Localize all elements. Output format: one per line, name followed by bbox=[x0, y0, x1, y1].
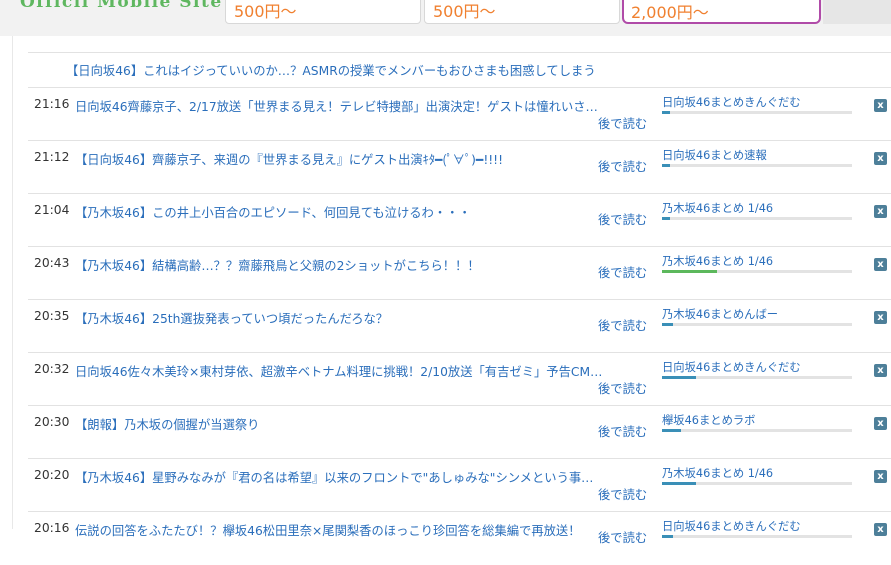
popularity-bar bbox=[662, 535, 852, 538]
popularity-bar bbox=[662, 323, 852, 326]
read-later-link[interactable]: 後で読む bbox=[598, 316, 647, 334]
read-later-link[interactable]: 後で読む bbox=[598, 210, 647, 228]
popularity-bar-fill bbox=[662, 429, 681, 432]
popularity-bar-fill bbox=[662, 323, 674, 326]
read-later-link[interactable]: 後で読む bbox=[598, 157, 647, 175]
read-later-link[interactable]: 後で読む bbox=[598, 263, 647, 281]
popularity-bar-fill bbox=[662, 217, 670, 220]
divider bbox=[28, 52, 891, 53]
popularity-bar-fill bbox=[662, 164, 670, 167]
source-site-link[interactable]: 乃木坂46まとめ 1/46 bbox=[662, 253, 773, 269]
article-row: 20:35 【乃木坂46】25th選抜発表っていつ頃だったんだろな？ 後で読む 乃木坂… bbox=[28, 299, 891, 353]
popularity-bar bbox=[662, 164, 852, 167]
article-title-link[interactable]: 【日向坂46】齊藤京子、来週の『世界まる見え』にゲスト出演ｷﾀ━(ﾟ∀ﾟ)━!!… bbox=[75, 150, 630, 168]
article-title-link[interactable]: 【乃木坂46】25th選抜発表っていつ頃だったんだろな？ bbox=[75, 309, 630, 327]
source-site-link[interactable]: 日向坂46まとめきんぐだむ bbox=[662, 94, 801, 110]
read-later-link[interactable]: 後で読む bbox=[598, 114, 647, 132]
close-icon[interactable]: x bbox=[874, 311, 887, 324]
popularity-bar-fill bbox=[662, 535, 674, 538]
article-title-link[interactable]: 日向坂46佐々木美玲×東村芽依、超激辛ベトナム料理に挑戦！2/10放送「有吉ゼミ… bbox=[75, 362, 630, 380]
article-time: 21:04 bbox=[34, 203, 70, 217]
popularity-bar-fill bbox=[662, 270, 718, 273]
source-site-link[interactable]: 日向坂46まとめきんぐだむ bbox=[662, 359, 801, 375]
site-title: Officil Mobile Site bbox=[20, 0, 223, 12]
price-option-2[interactable]: 500円〜 bbox=[424, 0, 620, 24]
source-site-link[interactable]: 乃木坂46まとめ 1/46 bbox=[662, 465, 773, 481]
article-row: 20:16 伝説の回答をふたたび！？欅坂46松田里奈×尾関梨香のほっこり珍回答を総… bbox=[28, 511, 891, 565]
close-icon[interactable]: x bbox=[874, 364, 887, 377]
source-site-link[interactable]: 欅坂46まとめラボ bbox=[662, 412, 755, 428]
article-time: 21:12 bbox=[34, 150, 70, 164]
popularity-bar bbox=[662, 482, 852, 485]
popularity-bar bbox=[662, 429, 852, 432]
read-later-link[interactable]: 後で読む bbox=[598, 485, 647, 503]
article-time: 20:35 bbox=[34, 309, 70, 323]
close-icon[interactable]: x bbox=[874, 205, 887, 218]
popularity-bar-fill bbox=[662, 376, 697, 379]
article-title-link[interactable]: 【乃木坂46】星野みなみが『君の名は希望』以来のフロントで"あしゅみな"シンメと… bbox=[75, 468, 630, 486]
headline-link[interactable]: 【日向坂46】これはイジっていいのか…？ASMRの授業でメンバーもおひさまも困惑… bbox=[66, 61, 596, 79]
article-row: 20:20 【乃木坂46】星野みなみが『君の名は希望』以来のフロントで"あしゅみな… bbox=[28, 458, 891, 512]
article-row: 20:32 日向坂46佐々木美玲×東村芽依、超激辛ベトナム料理に挑戦！2/10放送… bbox=[28, 352, 891, 406]
close-icon[interactable]: x bbox=[874, 152, 887, 165]
popularity-bar bbox=[662, 270, 852, 273]
close-icon[interactable]: x bbox=[874, 470, 887, 483]
article-time: 20:32 bbox=[34, 362, 70, 376]
article-time: 20:43 bbox=[34, 256, 70, 270]
top-bar: Officil Mobile Site 500円〜 500円〜 2,000円〜 bbox=[0, 0, 891, 36]
popularity-bar-fill bbox=[662, 111, 670, 114]
close-icon[interactable]: x bbox=[874, 417, 887, 430]
read-later-link[interactable]: 後で読む bbox=[598, 379, 647, 397]
article-time: 20:16 bbox=[34, 521, 70, 535]
article-time: 20:30 bbox=[34, 415, 70, 429]
price-option-3-selected[interactable]: 2,000円〜 bbox=[622, 0, 821, 24]
popularity-bar-fill bbox=[662, 482, 697, 485]
article-title-link[interactable]: 【朗報】乃木坂の個握が当選祭り bbox=[75, 415, 630, 433]
popularity-bar bbox=[662, 217, 852, 220]
article-time: 21:16 bbox=[34, 97, 70, 111]
read-later-link[interactable]: 後で読む bbox=[598, 528, 647, 546]
article-title-link[interactable]: 日向坂46齊藤京子、2/17放送「世界まる見え！テレビ特捜部」出演決定！ゲストは… bbox=[75, 97, 630, 115]
article-row: 21:12 【日向坂46】齊藤京子、来週の『世界まる見え』にゲスト出演ｷﾀ━(ﾟ∀… bbox=[28, 140, 891, 194]
source-site-link[interactable]: 日向坂46まとめ速報 bbox=[662, 147, 767, 163]
article-row: 21:16 日向坂46齊藤京子、2/17放送「世界まる見え！テレビ特捜部」出演決定… bbox=[28, 87, 891, 141]
article-title-link[interactable]: 【乃木坂46】結構高齢…？？齋藤飛鳥と父親の2ショットがこちら！！！ bbox=[75, 256, 630, 274]
price-option-1[interactable]: 500円〜 bbox=[225, 0, 421, 24]
article-title-link[interactable]: 【乃木坂46】この井上小百合のエピソード、何回見ても泣けるわ・・・ bbox=[75, 203, 630, 221]
popularity-bar bbox=[662, 111, 852, 114]
popularity-bar bbox=[662, 376, 852, 379]
close-icon[interactable]: x bbox=[874, 258, 887, 271]
article-row: 21:04 【乃木坂46】この井上小百合のエピソード、何回見ても泣けるわ・・・ 後で… bbox=[28, 193, 891, 247]
source-site-link[interactable]: 乃木坂46まとめんばー bbox=[662, 306, 778, 322]
article-time: 20:20 bbox=[34, 468, 70, 482]
article-title-link[interactable]: 伝説の回答をふたたび！？欅坂46松田里奈×尾関梨香のほっこり珍回答を総集編で再放… bbox=[75, 521, 630, 539]
close-icon[interactable]: x bbox=[874, 99, 887, 112]
source-site-link[interactable]: 乃木坂46まとめ 1/46 bbox=[662, 200, 773, 216]
article-row: 20:43 【乃木坂46】結構高齢…？？齋藤飛鳥と父親の2ショットがこちら！！！後… bbox=[28, 246, 891, 300]
close-icon[interactable]: x bbox=[874, 523, 887, 536]
read-later-link[interactable]: 後で読む bbox=[598, 422, 647, 440]
source-site-link[interactable]: 日向坂46まとめきんぐだむ bbox=[662, 518, 801, 534]
top-right-panel bbox=[823, 0, 891, 24]
article-row: 20:30 【朗報】乃木坂の個握が当選祭り 後で読む 欅坂46まとめラボ x bbox=[28, 405, 891, 459]
